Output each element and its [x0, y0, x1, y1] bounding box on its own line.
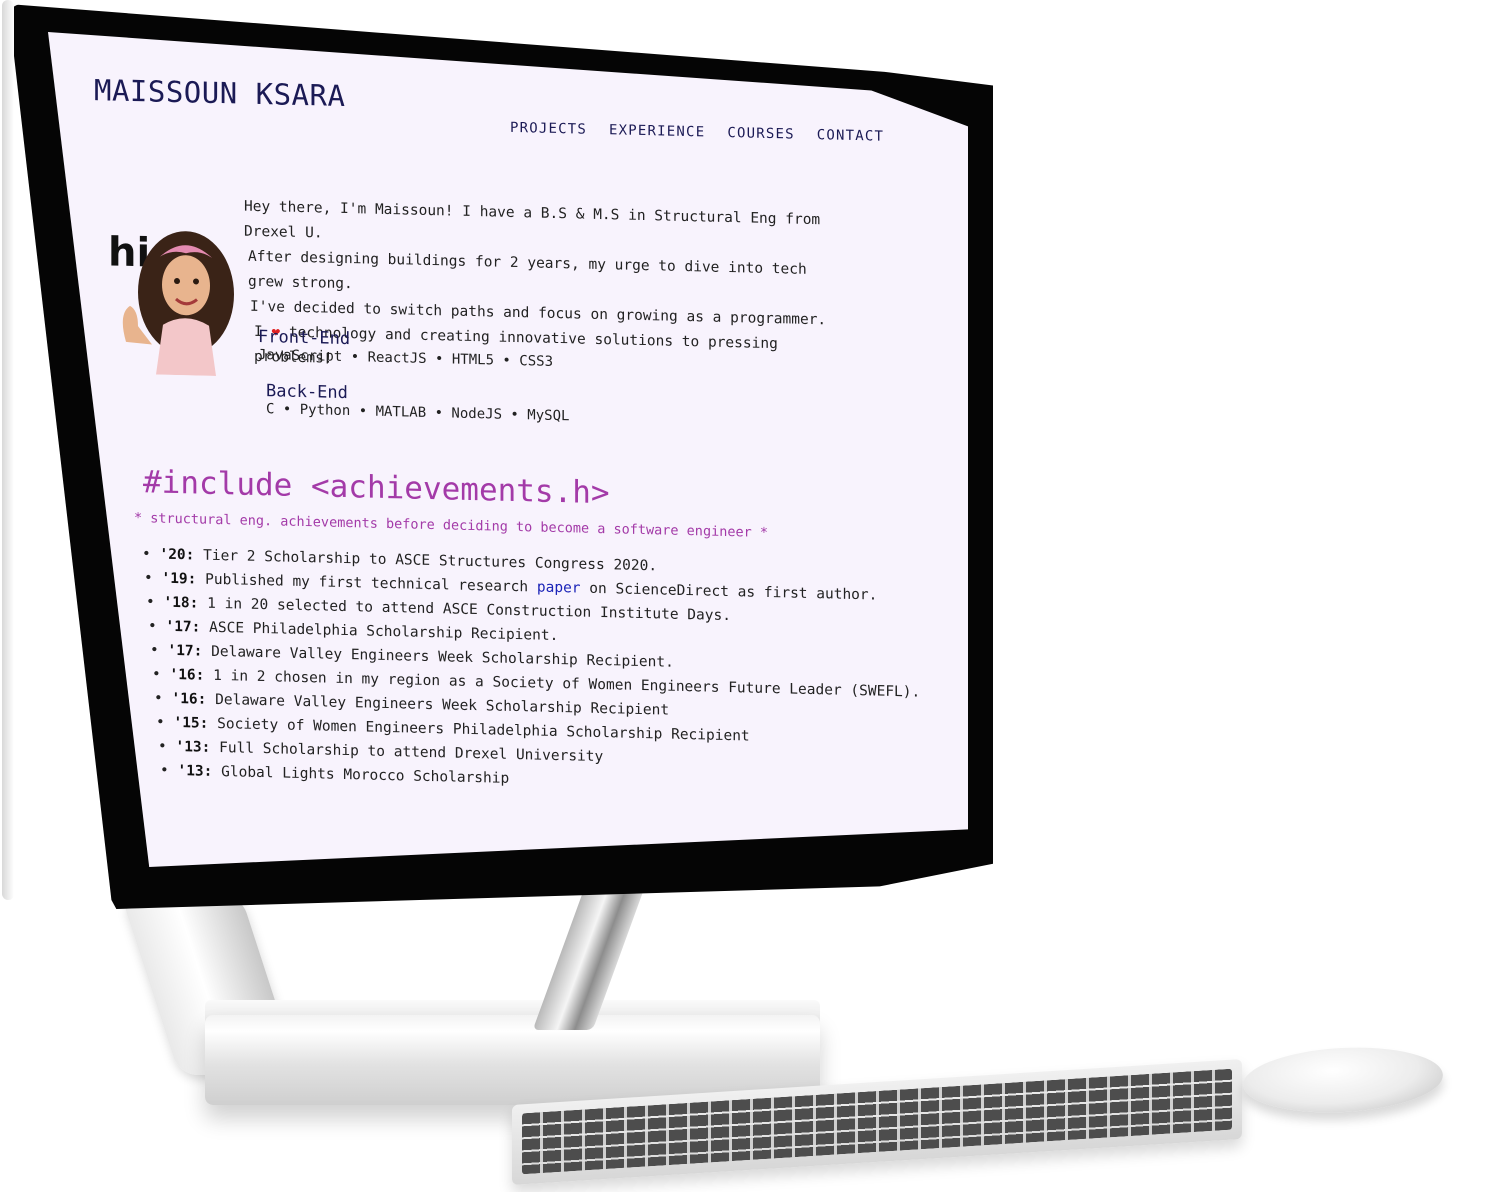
main-nav: PROJECTS EXPERIENCE COURSES CONTACT	[510, 120, 884, 145]
monitor-screen: MAISSOUN KSARA PROJECTS EXPERIENCE COURS…	[48, 32, 968, 867]
portfolio-page: MAISSOUN KSARA PROJECTS EXPERIENCE COURS…	[48, 32, 968, 867]
achievements-subtitle: * structural eng. achievements before de…	[134, 510, 768, 541]
nav-courses[interactable]: COURSES	[727, 125, 794, 143]
monitor-rim	[2, 0, 14, 901]
site-brand[interactable]: MAISSOUN KSARA	[94, 73, 345, 113]
nav-contact[interactable]: CONTACT	[817, 127, 884, 145]
avatar-image: hi	[108, 229, 234, 376]
achievements-heading: #include <achievements.h>	[143, 464, 610, 512]
nav-projects[interactable]: PROJECTS	[510, 120, 587, 138]
achievements-list: • '20: Tier 2 Scholarship to ASCE Struct…	[142, 546, 920, 804]
frontend-skills: Front-End JavaScript • ReactJS • HTML5 •…	[258, 327, 569, 370]
nav-experience[interactable]: EXPERIENCE	[609, 122, 705, 140]
backend-skills: Back-End C • Python • MATLAB • NodeJS • …	[266, 381, 569, 424]
avatar-top	[156, 318, 216, 376]
mouse	[1241, 1042, 1445, 1118]
paper-link[interactable]: paper	[537, 580, 581, 597]
skills-section: Front-End JavaScript • ReactJS • HTML5 •…	[258, 327, 569, 442]
